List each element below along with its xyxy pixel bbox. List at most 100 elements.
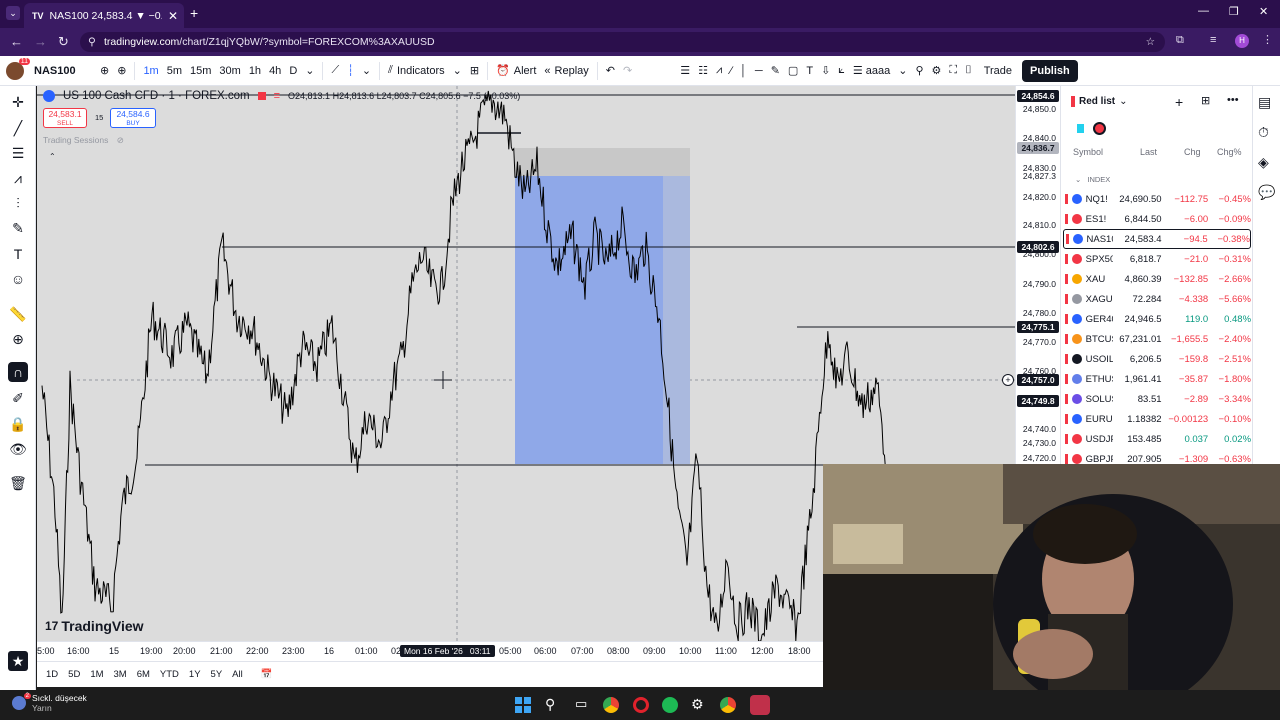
pattern-icon[interactable]: ⩘	[712, 60, 726, 82]
text-icon[interactable]: T	[802, 60, 817, 82]
layouts-icon[interactable]: ⊞	[466, 60, 483, 82]
search-icon[interactable]: ⚲	[545, 696, 555, 713]
interval-1m[interactable]: 1m	[139, 60, 162, 82]
visibility-icon[interactable]: 👁	[8, 439, 28, 459]
buy-button[interactable]: 24,584.6 BUY	[110, 108, 156, 128]
watchlist-row[interactable]: USDJPY 153.485 0.037 0.02%	[1063, 429, 1251, 449]
watchlist-row[interactable]: NAS100 24,583.4 −94.5 −0.38%	[1063, 229, 1251, 249]
reading-list-icon[interactable]: ≡	[1210, 34, 1216, 46]
watchlist-row[interactable]: XAU 4,860.39 −132.85 −2.66%	[1063, 269, 1251, 289]
watchlist-row[interactable]: EURUSD 1.18382 −0.00123 −0.10%	[1063, 409, 1251, 429]
emoji-tool-icon[interactable]: ☺	[8, 269, 28, 289]
column-chg[interactable]: Chg	[1184, 147, 1201, 157]
browser-app-icon[interactable]	[750, 695, 770, 715]
section-index[interactable]: ⌄ INDEX	[1075, 175, 1110, 184]
legend-title[interactable]: US 100 Cash CFD · 1 · FOREX.com	[63, 90, 250, 102]
indicators-button[interactable]: ⫽ Indicators	[384, 60, 449, 82]
bar-chart-icon[interactable]: ┆	[343, 60, 358, 82]
pattern-tool-icon[interactable]: ⩘	[8, 168, 28, 188]
close-tab-icon[interactable]: ✕	[168, 9, 178, 23]
range-5y[interactable]: 5Y	[206, 669, 228, 680]
compare-icon[interactable]: ⊕	[96, 60, 113, 82]
hidden-eye-icon[interactable]: ⊘	[117, 135, 124, 145]
url-field[interactable]: ⚲ tradingview.com/chart/Z1qjYQbW/?symbol…	[80, 32, 1165, 52]
alert-button[interactable]: ⏰ Alert	[492, 60, 540, 82]
alerts-clock-icon[interactable]: ⏱	[1258, 124, 1269, 141]
add-symbol-icon[interactable]: ⊕	[113, 60, 130, 82]
saved-drawing[interactable]: ☰ aaaa	[849, 60, 894, 82]
interval-4h[interactable]: 4h	[265, 60, 285, 82]
minimize-icon[interactable]: —	[1198, 5, 1209, 17]
chat-icon[interactable]: 💬	[1258, 184, 1275, 201]
symbol-search[interactable]: NAS100	[30, 60, 96, 82]
lock-icon[interactable]: 🔒	[8, 414, 28, 434]
ruler-icon[interactable]: ⟀	[834, 60, 849, 82]
ruler-tool-icon[interactable]: 📏	[8, 304, 28, 324]
interval-1h[interactable]: 1h	[245, 60, 265, 82]
fullscreen-icon[interactable]: ⛶	[945, 60, 961, 82]
column-chgp[interactable]: Chg%	[1217, 147, 1242, 157]
watchlist-row[interactable]: XAGUSD 72.284 −4.338 −5.66%	[1063, 289, 1251, 309]
flag-filter-cyan-icon[interactable]	[1077, 124, 1084, 133]
undo-icon[interactable]: ↶	[602, 60, 619, 82]
site-info-icon[interactable]: ⚲	[88, 32, 96, 52]
watchlist-icon[interactable]: ▤	[1258, 94, 1271, 111]
trading-sessions-indicator[interactable]: Trading Sessions ⊘	[43, 135, 124, 146]
trendline-icon[interactable]: ∕	[726, 60, 736, 82]
horizontal-ray-icon[interactable]: ─	[751, 60, 767, 82]
new-tab-icon[interactable]: +	[190, 5, 198, 21]
watchlist-row[interactable]: BTCUSD 67,231.01 −1,655.5 −2.40%	[1063, 329, 1251, 349]
layers-icon[interactable]: ◈	[1258, 154, 1269, 171]
trash-icon[interactable]: 🗑	[8, 473, 28, 493]
restore-icon[interactable]: ❐	[1229, 5, 1239, 18]
interval-d[interactable]: D	[285, 60, 301, 82]
watchlist-row[interactable]: SOLUSD 83.51 −2.89 −3.34%	[1063, 389, 1251, 409]
interval-dropdown-icon[interactable]: ⌄	[301, 60, 318, 82]
drawing-tool-2-icon[interactable]: ☷	[694, 60, 712, 82]
rectangle-icon[interactable]: ▢	[784, 60, 802, 82]
browser-menu-icon[interactable]: ⋮	[1262, 33, 1273, 46]
legend-menu-icon[interactable]: ≡	[274, 90, 280, 102]
sell-button[interactable]: 24,583.1 SELL	[43, 108, 87, 128]
watchlist-row[interactable]: GER40 24,946.5 119.0 0.48%	[1063, 309, 1251, 329]
arrow-down-icon[interactable]: ⇩	[817, 60, 834, 82]
settings-icon[interactable]: ⚙	[928, 60, 946, 82]
flag-filter-red-icon[interactable]	[1093, 122, 1106, 135]
draw-mode-icon[interactable]: ✐	[8, 388, 28, 408]
zoom-icon[interactable]: ⚲	[911, 60, 927, 82]
trade-button[interactable]: Trade	[976, 60, 1020, 82]
watchlist-header[interactable]: Red list ⌄	[1071, 96, 1128, 107]
redo-icon[interactable]: ↷	[619, 60, 636, 82]
replay-button[interactable]: «Replay	[540, 60, 592, 82]
add-alert-plus-icon[interactable]: +	[1002, 374, 1014, 386]
snapshot-icon[interactable]: ⌷	[961, 60, 976, 82]
brush-icon[interactable]: ✎	[767, 60, 784, 82]
watchlist-row[interactable]: ES1! 6,844.50 −6.00 −0.09%	[1063, 209, 1251, 229]
add-symbol-plus-icon[interactable]: +	[1175, 94, 1183, 110]
weather-widget[interactable]: 2 Sıckl. düşecek Yarın	[12, 693, 87, 713]
chrome-icon[interactable]	[603, 697, 619, 713]
interval-30m[interactable]: 30m	[215, 60, 244, 82]
task-view-icon[interactable]: ▭	[575, 696, 587, 712]
start-icon[interactable]	[515, 697, 531, 713]
user-avatar[interactable]: 11	[0, 57, 30, 82]
back-icon[interactable]: ←	[10, 34, 23, 49]
column-symbol[interactable]: Symbol	[1073, 147, 1103, 157]
text-tool-icon[interactable]: T	[8, 244, 28, 264]
bookmark-star-icon[interactable]: ☆	[1146, 32, 1155, 52]
chrome-profile-icon[interactable]	[720, 697, 736, 713]
range-ytd[interactable]: YTD	[155, 669, 184, 680]
browser-tab[interactable]: TV NAS100 24,583.4 ▼ −0.38% Pa ✕	[24, 3, 184, 28]
range-1y[interactable]: 1Y	[184, 669, 206, 680]
column-last[interactable]: Last	[1140, 147, 1157, 157]
interval-15m[interactable]: 15m	[186, 60, 215, 82]
range-3m[interactable]: 3M	[109, 669, 132, 680]
steam-icon[interactable]: ⚙	[691, 696, 704, 713]
drawing-dropdown-icon[interactable]: ⌄	[894, 60, 911, 82]
profile-avatar[interactable]: H	[1235, 34, 1249, 48]
opera-icon[interactable]	[633, 697, 649, 713]
spotify-icon[interactable]	[662, 697, 678, 713]
time-axis[interactable]: 5:00 16:00 15 19:00 20:00 21:00 22:00 23…	[37, 641, 823, 661]
magnet-icon[interactable]: ∩	[8, 362, 28, 382]
watchlist-layout-icon[interactable]: ⊞	[1201, 94, 1210, 107]
